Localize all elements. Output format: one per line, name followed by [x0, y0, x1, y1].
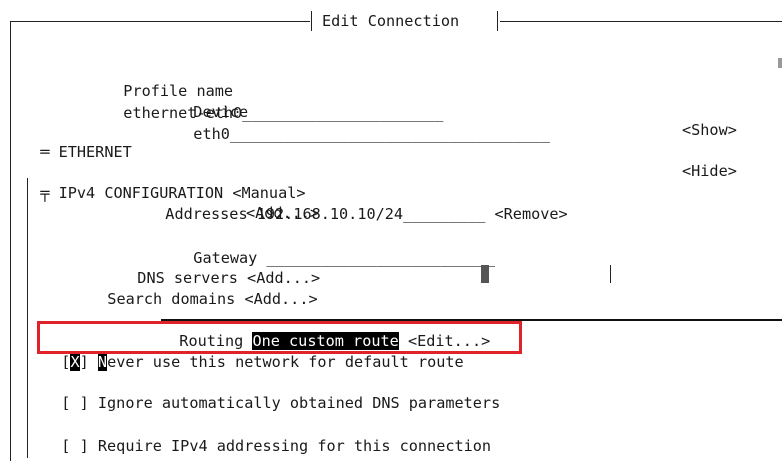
addresses-row: Addresses 192.168.10.10/24_________ <Rem… [147, 181, 567, 223]
title-tick-right [497, 11, 498, 31]
require-ipv4-checkbox[interactable]: [ ] Require IPv4 addressing for this con… [43, 413, 491, 455]
require-ipv4-label: Require IPv4 addressing for this connect… [97, 437, 492, 455]
profile-name-fill: ______________________ [242, 104, 444, 122]
profile-name-row: Profile name ethernet-eth0______________… [105, 58, 443, 122]
title-tick-left [311, 11, 312, 31]
never-default-checkbox[interactable]: [X] Never use this network for default r… [43, 329, 464, 371]
ethernet-section: ═ ETHERNET [22, 119, 131, 161]
window-title: Edit Connection [322, 12, 460, 30]
ignore-dns-label: Ignore automatically obtained DNS parame… [97, 394, 501, 412]
ipv4-section: ╤ IPv4 CONFIGURATION <Manual> [22, 160, 305, 202]
frame-left [10, 21, 11, 461]
search-domains-row: Search domains <Add...> [89, 266, 317, 308]
ipv4-prefix: ╤ [40, 184, 50, 202]
scrollbar[interactable] [778, 34, 782, 454]
device-field[interactable]: eth0___________________________________ [193, 125, 550, 143]
scrollbar-thumb[interactable] [778, 58, 782, 68]
frame-top-right [500, 21, 782, 22]
profile-name-field[interactable]: ethernet-eth0______________________ [123, 104, 443, 122]
addresses-label: Addresses [165, 205, 248, 223]
device-label: Device [193, 103, 249, 121]
ethernet-label: ETHERNET [58, 143, 132, 161]
gateway-row: Gateway _________________________ [175, 225, 495, 267]
search-domains-label: Search domains [107, 290, 236, 308]
ignore-dns-box: [ ] [61, 394, 89, 412]
require-ipv4-box: [ ] [61, 437, 89, 455]
ipv4-tree-line [27, 178, 28, 458]
address-fill: _________ [403, 205, 486, 223]
device-row: Device eth0_____________________________… [175, 79, 550, 143]
ethernet-prefix: ═ [40, 143, 50, 161]
device-value: eth0 [193, 125, 230, 143]
ethernet-show-button[interactable]: <Show> [682, 119, 737, 141]
search-domains-add-button[interactable]: <Add...> [244, 290, 317, 308]
terminal-cursor-bar [610, 265, 611, 283]
device-fill: ___________________________________ [229, 125, 550, 143]
routing-row: Routing One custom route <Edit...> [161, 308, 782, 350]
terminal-cursor-block [481, 265, 489, 283]
ipv4-hide-button[interactable]: <Hide> [682, 160, 737, 182]
ignore-dns-checkbox[interactable]: [ ] Ignore automatically obtained DNS pa… [43, 370, 500, 412]
dns-row: DNS servers <Add...> [119, 245, 320, 287]
frame-top-left [10, 21, 310, 22]
remove-address-button[interactable]: <Remove> [495, 205, 568, 223]
add-address-button[interactable]: <Add...> [246, 202, 319, 224]
